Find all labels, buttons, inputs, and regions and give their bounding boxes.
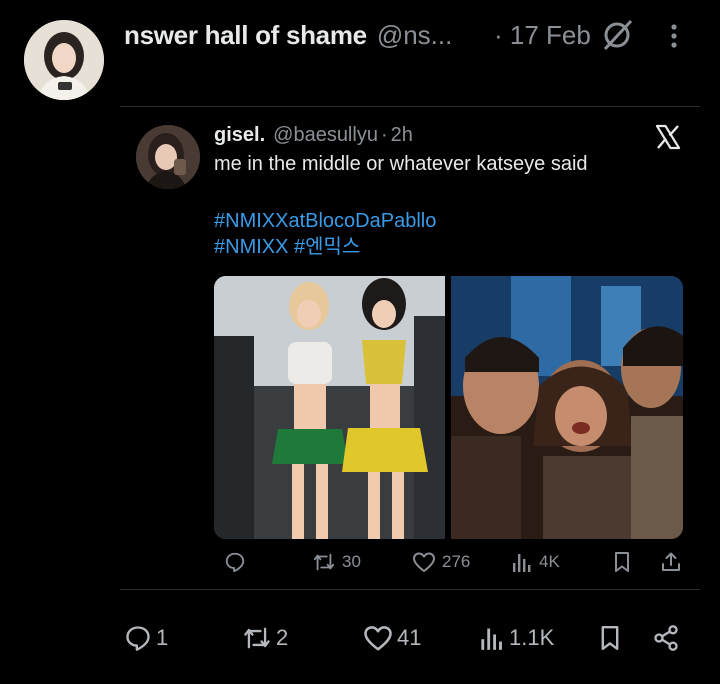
- profile-photo: [24, 20, 104, 100]
- quoted-retweet-button[interactable]: 30: [312, 551, 361, 573]
- profile-photo: [136, 125, 200, 189]
- quoted-reply-button[interactable]: [224, 551, 246, 573]
- quoted-author-handle[interactable]: @baesullyu: [273, 124, 378, 147]
- quoted-action-bar: 30 276 4K: [214, 551, 684, 577]
- tweet-date[interactable]: · 17 Feb: [494, 20, 591, 51]
- photo-illustration: [451, 276, 683, 539]
- views-count: 1.1K: [509, 625, 555, 650]
- quoted-author-name[interactable]: gisel.: [214, 124, 265, 147]
- like-count: 41: [397, 625, 422, 650]
- views-button[interactable]: 1.1K: [479, 624, 554, 652]
- views-icon: [481, 628, 502, 650]
- reply-button[interactable]: 1: [124, 624, 168, 652]
- quoted-like-count: 276: [442, 552, 471, 571]
- photo-illustration: [214, 276, 445, 539]
- views-icon: [513, 554, 531, 572]
- tweet-action-bar: 1 2 41 1.1K: [124, 624, 684, 658]
- bookmark-icon: [615, 552, 629, 572]
- vertical-dots-icon[interactable]: [670, 24, 678, 55]
- quoted-views-count: 4K: [539, 552, 560, 571]
- media-image-left[interactable]: [214, 276, 445, 539]
- hashtag-line[interactable]: #NMIXX #엔믹스: [214, 234, 436, 260]
- media-image-right[interactable]: [451, 276, 683, 539]
- hashtags: #NMIXXatBlocoDaPabllo #NMIXX #엔믹스: [214, 208, 436, 260]
- hashtag-line[interactable]: #NMIXXatBlocoDaPabllo: [214, 208, 436, 234]
- quoted-share-button[interactable]: [660, 551, 682, 573]
- media-grid[interactable]: [214, 276, 683, 539]
- x-logo-icon[interactable]: [654, 123, 682, 156]
- share-button[interactable]: [652, 624, 680, 652]
- quoted-like-button[interactable]: 276: [412, 551, 470, 573]
- like-button[interactable]: 41: [363, 624, 421, 652]
- quoted-retweet-count: 30: [342, 552, 361, 571]
- author-name[interactable]: nswer hall of shame: [124, 20, 367, 51]
- heart-icon: [364, 626, 392, 651]
- author-avatar[interactable]: [24, 20, 104, 100]
- author-handle[interactable]: @ns...: [377, 20, 453, 51]
- bookmark-button[interactable]: [598, 624, 622, 652]
- quoted-tweet-text: me in the middle or whatever katseye sai…: [214, 153, 588, 175]
- quoted-tweet[interactable]: gisel. @baesullyu · 2h me in the middle …: [120, 106, 700, 590]
- heart-icon: [413, 552, 435, 572]
- quoted-author-avatar[interactable]: [136, 125, 200, 189]
- retweet-button[interactable]: 2: [242, 624, 288, 652]
- quoted-views-button[interactable]: 4K: [511, 551, 560, 573]
- share-nodes-icon: [654, 625, 678, 651]
- quoted-time[interactable]: 2h: [391, 124, 413, 147]
- bookmark-icon: [601, 625, 619, 650]
- tweet-header: nswer hall of shame @ns... · 17 Feb: [124, 18, 700, 52]
- retweet-icon: [244, 627, 270, 649]
- retweet-count: 2: [276, 625, 289, 650]
- quoted-header: gisel. @baesullyu · 2h: [214, 124, 413, 147]
- reply-icon: [126, 626, 150, 651]
- circle-slash-icon[interactable]: [600, 19, 634, 58]
- retweet-icon: [313, 553, 335, 571]
- reply-icon: [225, 552, 245, 573]
- reply-count: 1: [156, 625, 169, 650]
- share-icon: [662, 552, 680, 571]
- separator-dot: ·: [380, 124, 388, 146]
- quoted-bookmark-button[interactable]: [612, 551, 632, 573]
